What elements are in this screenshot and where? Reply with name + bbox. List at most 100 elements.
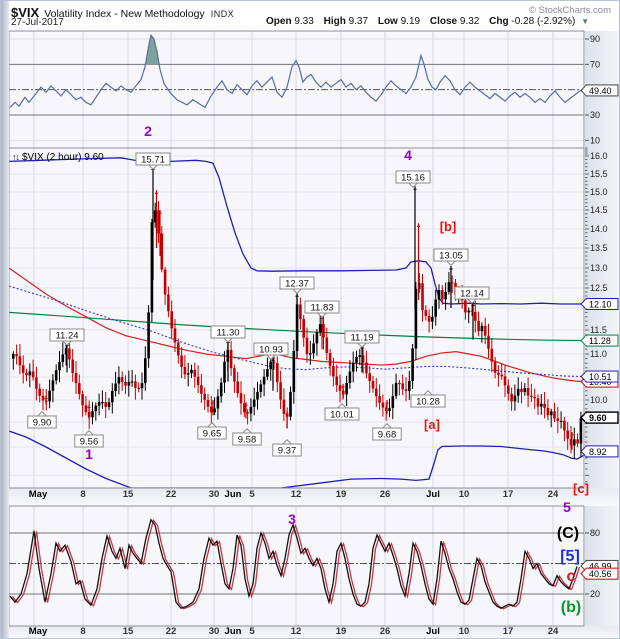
y-tick-13.0: 13.0 [590, 263, 608, 273]
svg-text:9.58: 9.58 [238, 435, 257, 446]
svg-text:10.01: 10.01 [330, 410, 354, 421]
axis-value-box-12.10: 12.10 [581, 299, 618, 310]
x-label-15: 15 [123, 489, 134, 500]
wave-label-5: 5 [563, 499, 571, 515]
axis-value-box-10.51: 10.51 [581, 371, 618, 382]
panel-backgrounds [9, 31, 620, 639]
x-label-May: May [29, 626, 48, 637]
svg-text:15.16: 15.16 [401, 173, 425, 184]
x-label-May: May [29, 489, 48, 500]
annotation-arrows-icon: ↑↓ [12, 152, 19, 162]
svg-text:8.92: 8.92 [589, 447, 607, 457]
axis-value-box-rsi: 49.40 [581, 85, 618, 96]
x-label-10: 10 [459, 489, 470, 500]
wave-label-2: 2 [144, 123, 152, 139]
x-label-17: 17 [503, 626, 514, 637]
y-tick-80: 80 [590, 528, 600, 538]
wave-label-1: 1 [85, 446, 93, 462]
high-label: High [324, 16, 346, 27]
svg-text:11.83: 11.83 [310, 303, 333, 314]
price-panel-label: ↑↓$VIX (2 hour) 9.60 [12, 152, 104, 163]
y-tick-14.0: 14.0 [590, 224, 608, 234]
chart-title: Volatility Index - New Methodology [44, 8, 205, 20]
y-tick-10: 10 [590, 135, 600, 145]
price-panel-label-text: $VIX (2 hour) 9.60 [22, 152, 104, 163]
x-label-Jul: Jul [426, 489, 440, 500]
svg-text:40.56: 40.56 [589, 569, 612, 579]
axis-value-box-11.28: 11.28 [581, 335, 618, 346]
x-label-30: 30 [209, 489, 220, 500]
svg-text:9.37: 9.37 [278, 446, 297, 457]
close-value: 9.32 [460, 16, 479, 27]
chart-date: 27-Jul-2017 [11, 17, 64, 28]
y-tick-90: 90 [590, 34, 600, 44]
x-label-24: 24 [548, 489, 559, 500]
x-label-15: 15 [123, 626, 134, 637]
quote-summary: Open 9.33 High 9.37 Low 9.19 Close 9.32 … [259, 16, 589, 27]
svg-text:9.68: 9.68 [378, 430, 397, 441]
y-tick-12.5: 12.5 [590, 283, 608, 293]
open-value: 9.33 [294, 16, 313, 27]
svg-text:12.14: 12.14 [460, 289, 484, 300]
x-label-22: 22 [166, 626, 177, 637]
x-label-8: 8 [80, 489, 85, 500]
svg-text:15.71: 15.71 [141, 155, 165, 166]
svg-text:12.10: 12.10 [589, 300, 612, 310]
y-tick-11.5: 11.5 [590, 325, 607, 335]
svg-text:9.60: 9.60 [589, 413, 607, 423]
x-label-26: 26 [380, 489, 391, 500]
y-tick-15.5: 15.5 [590, 169, 608, 179]
svg-text:49.40: 49.40 [589, 86, 612, 96]
y-tick-20: 20 [590, 589, 600, 599]
low-label: Low [378, 16, 398, 27]
x-label-24: 24 [548, 626, 559, 637]
y-tick-30: 30 [590, 110, 600, 120]
wave-label-4: 4 [404, 147, 412, 163]
y-tick-16.0: 16.0 [590, 151, 608, 161]
x-label-12: 12 [291, 626, 302, 637]
svg-text:12.37: 12.37 [285, 279, 309, 290]
wave-label-c: c [567, 568, 576, 585]
svg-text:10.93: 10.93 [259, 345, 283, 356]
x-label-12: 12 [291, 489, 302, 500]
open-label: Open [266, 16, 292, 27]
x-label-26: 26 [380, 626, 391, 637]
change-value: -0.28 (-2.92%) [511, 16, 575, 27]
svg-text:11.30: 11.30 [216, 328, 239, 339]
low-value: 9.19 [401, 16, 420, 27]
axis-value-box-8.92: 8.92 [581, 446, 618, 457]
x-label-5: 5 [249, 489, 255, 500]
close-label: Close [430, 16, 457, 27]
y-tick-10.0: 10.0 [590, 395, 608, 405]
svg-text:10.28: 10.28 [416, 397, 440, 408]
axis-value-box-9.60: 9.60 [581, 412, 618, 423]
svg-text:13.05: 13.05 [439, 251, 463, 262]
wave-label-a: [a] [424, 417, 440, 432]
y-tick-13.5: 13.5 [590, 243, 608, 253]
x-label-Jul: Jul [426, 626, 440, 637]
x-label-19: 19 [336, 626, 347, 637]
svg-text:9.65: 9.65 [203, 429, 222, 440]
y-tick-11.0: 11.0 [590, 349, 607, 359]
svg-text:11.28: 11.28 [589, 336, 611, 346]
wave-label-c: [c] [573, 481, 589, 496]
x-label-8: 8 [80, 626, 85, 637]
x-label-Jun: Jun [225, 489, 242, 500]
x-axis-strip-middle [9, 488, 620, 506]
high-value: 9.37 [349, 16, 368, 27]
svg-text:10.51: 10.51 [589, 372, 612, 382]
x-label-22: 22 [166, 489, 177, 500]
stockcharts-credit: © StockCharts.com [529, 5, 611, 16]
stockcharts-screenshot: 16.015.515.014.514.013.513.012.511.511.0… [0, 0, 620, 639]
exchange-label: INDX [211, 9, 235, 19]
x-label-5: 5 [249, 626, 255, 637]
y-tick-15.0: 15.0 [590, 187, 608, 197]
x-label-17: 17 [503, 489, 514, 500]
y-tick-70: 70 [590, 59, 600, 69]
chart-canvas: 16.015.515.014.514.013.513.012.511.511.0… [1, 1, 620, 639]
change-label: Chg [489, 16, 508, 27]
wave-label-5: [5] [560, 548, 580, 565]
x-label-10: 10 [459, 626, 470, 637]
wave-label-3: 3 [288, 511, 296, 527]
wave-label-b: (b) [561, 599, 581, 616]
